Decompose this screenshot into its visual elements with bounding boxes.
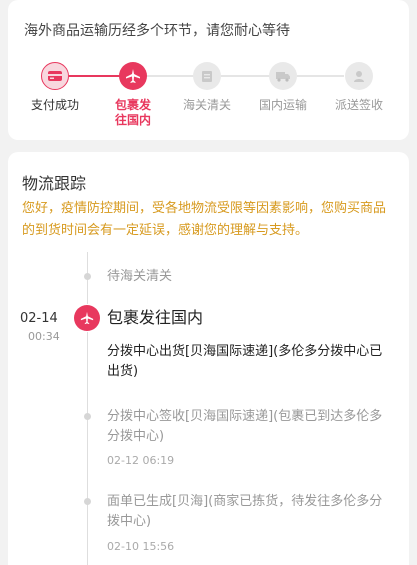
event-timestamp: 02-12 06:19 xyxy=(107,454,175,467)
step-customs-clearance: 海关清关 xyxy=(172,62,242,113)
step-delivery-signed: 派送签收 xyxy=(324,62,394,113)
customs-icon xyxy=(193,62,221,90)
delay-notice: 您好，疫情防控期间，受各地物流受限等因素影响，您购买商品的到货时间会有一定延误，… xyxy=(22,201,387,238)
shipping-progress-card: 海外商品运输历经多个环节，请您耐心等待 支付成功 包裹发往国内 海关清关 国内运… xyxy=(8,0,409,140)
logistics-tracking-card: 物流跟踪 您好，疫情防控期间，受各地物流受限等因素影响，您购买商品的到货时间会有… xyxy=(8,152,409,565)
step-package-shipped: 包裹发往国内 xyxy=(98,62,168,128)
event-timestamp: 02-10 15:56 xyxy=(107,540,175,553)
step-domestic-transport: 国内运输 xyxy=(248,62,318,113)
event-status-shipped: 包裹发往国内 xyxy=(107,308,204,327)
plane-icon xyxy=(74,305,100,331)
courier-icon xyxy=(345,62,373,90)
progress-note: 海外商品运输历经多个环节，请您耐心等待 xyxy=(24,23,290,39)
truck-icon xyxy=(269,62,297,90)
timeline-dot xyxy=(84,413,91,420)
timeline-line xyxy=(87,332,88,565)
event-detail: 分拨中心签收[贝海国际速递](包裹已到达多伦多分拨中心) xyxy=(107,409,383,444)
event-detail: 分拨中心出货[贝海国际速递](多伦多分拨中心已出货) xyxy=(107,344,383,379)
event-detail: 面单已生成[贝海](商家已拣货，待发往多伦多分拨中心) xyxy=(107,494,383,529)
card-icon xyxy=(41,62,69,90)
event-time: 00:34 xyxy=(28,330,60,343)
tracking-title: 物流跟踪 xyxy=(22,174,87,193)
event-status-customs-pending: 待海关清关 xyxy=(107,269,173,284)
plane-icon xyxy=(119,62,147,90)
event-date: 02-14 xyxy=(20,311,58,326)
step-payment-success: 支付成功 xyxy=(20,62,90,113)
timeline-dot xyxy=(84,498,91,505)
timeline-dot xyxy=(84,273,91,280)
